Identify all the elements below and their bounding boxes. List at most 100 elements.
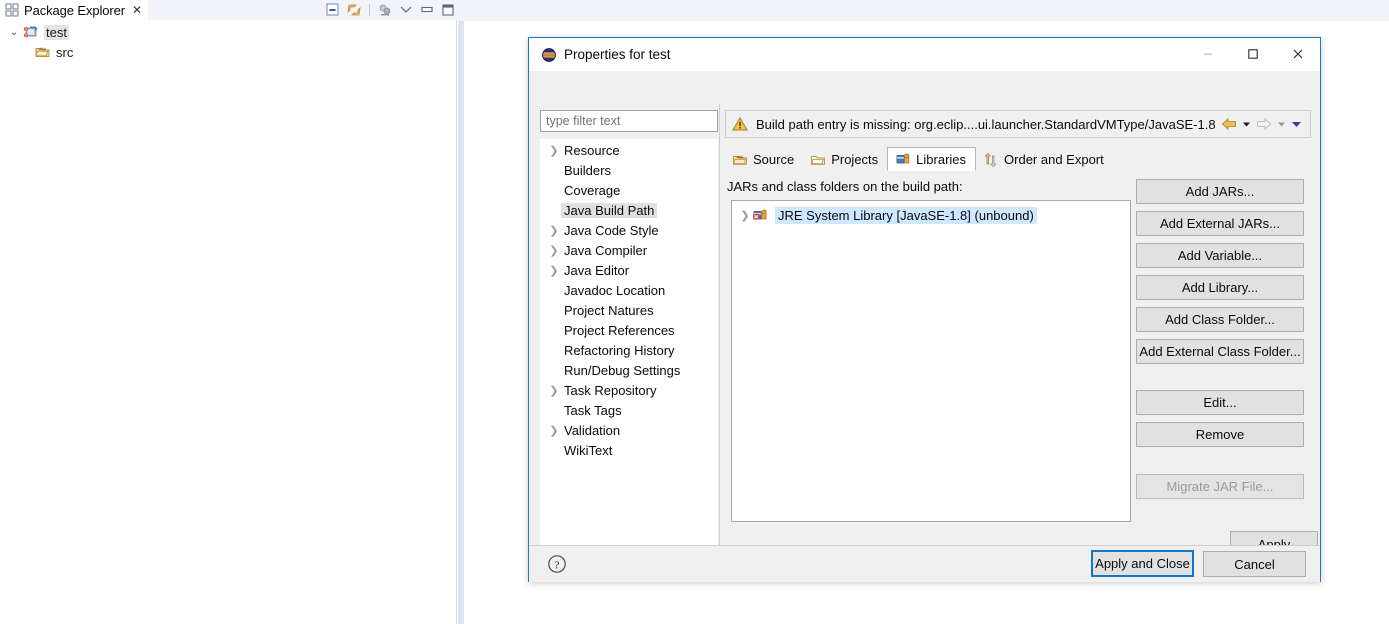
search-input[interactable]: [540, 110, 718, 132]
settings-nav-tree: ❯ Resource Builders Coverage Java Build …: [540, 139, 718, 564]
properties-dialog: Properties for test ❯ Resou: [528, 37, 1321, 582]
sidebar-item-task-tags[interactable]: Task Tags: [541, 400, 717, 420]
editor-tab-bar: [458, 0, 1389, 21]
sidebar-item-label: WikiText: [564, 442, 613, 458]
restore-icon[interactable]: [419, 2, 435, 18]
add-variable-button[interactable]: Add Variable...: [1136, 243, 1304, 268]
edit-button[interactable]: Edit...: [1136, 390, 1304, 415]
sidebar-item-label: Refactoring History: [564, 342, 675, 358]
sidebar-item-task-repository[interactable]: ❯ Task Repository: [541, 380, 717, 400]
sidebar-item-label: Project References: [564, 322, 675, 338]
tab-label: Order and Export: [1004, 152, 1104, 167]
back-arrow-icon[interactable]: [1220, 116, 1238, 132]
eclipse-workbench: Package Explorer ✕ ⌄ test src Properties…: [0, 0, 1389, 624]
sidebar-item-refactoring-history[interactable]: Refactoring History: [541, 340, 717, 360]
sidebar-item-wikitext[interactable]: WikiText: [541, 440, 717, 460]
chevron-right-icon[interactable]: ❯: [738, 209, 752, 222]
sidebar-item-builders[interactable]: Builders: [541, 160, 717, 180]
collapse-all-icon[interactable]: [325, 2, 341, 18]
sidebar-item-label: Resource: [564, 142, 620, 158]
tab-package-explorer[interactable]: Package Explorer ✕: [0, 0, 149, 20]
tree-item-src[interactable]: src: [0, 42, 456, 62]
tab-order-and-export[interactable]: Order and Export: [976, 148, 1113, 171]
sidebar-item-label: Java Editor: [564, 262, 630, 278]
sidebar-item-coverage[interactable]: Coverage: [541, 180, 717, 200]
dialog-footer: ? Apply and Close Cancel: [529, 545, 1320, 582]
tab-projects[interactable]: Projects: [803, 148, 888, 171]
remove-button[interactable]: Remove: [1136, 422, 1304, 447]
source-folder-icon: [732, 152, 748, 168]
add-external-jars-button[interactable]: Add External JARs...: [1136, 211, 1304, 236]
sidebar-item-java-code-style[interactable]: ❯ Java Code Style: [541, 220, 717, 240]
chevron-right-icon[interactable]: ❯: [547, 224, 561, 237]
tree-item-label: src: [56, 44, 74, 60]
sidebar-item-project-references[interactable]: Project References: [541, 320, 717, 340]
back-dropdown-icon[interactable]: [1241, 116, 1252, 132]
jre-library-error-icon: [752, 207, 770, 223]
sidebar-item-project-natures[interactable]: Project Natures: [541, 300, 717, 320]
message-text: Build path entry is missing: org.eclip..…: [756, 116, 1216, 132]
list-item[interactable]: ❯ JRE System Library [JavaSE-1.8] (unbou…: [732, 205, 1130, 225]
svg-text:?: ?: [555, 559, 560, 571]
sidebar-item-label: Java Code Style: [564, 222, 659, 238]
settings-pane: Build path entry is missing: org.eclip..…: [725, 110, 1318, 565]
libraries-books-icon: [895, 151, 911, 167]
add-jars-button[interactable]: Add JARs...: [1136, 179, 1304, 204]
close-icon[interactable]: ✕: [132, 4, 142, 16]
source-folder-icon: [34, 44, 52, 60]
tab-libraries[interactable]: Libraries: [887, 147, 977, 171]
list-item-label: JRE System Library [JavaSE-1.8] (unbound…: [775, 206, 1037, 224]
sidebar-item-java-build-path[interactable]: Java Build Path: [541, 200, 717, 220]
chevron-right-icon[interactable]: ❯: [547, 244, 561, 257]
package-explorer-tab-label: Package Explorer: [24, 2, 126, 18]
sidebar-item-validation[interactable]: ❯ Validation: [541, 420, 717, 440]
libraries-list-label: JARs and class folders on the build path…: [727, 179, 963, 194]
chevron-right-icon[interactable]: ❯: [547, 384, 561, 397]
dialog-body: ❯ Resource Builders Coverage Java Build …: [529, 71, 1320, 578]
apply-and-close-button[interactable]: Apply and Close: [1091, 550, 1194, 577]
add-library-button[interactable]: Add Library...: [1136, 275, 1304, 300]
chevron-right-icon[interactable]: ❯: [547, 144, 561, 157]
cancel-button[interactable]: Cancel: [1203, 551, 1306, 577]
sidebar-item-label: Builders: [564, 162, 611, 178]
view-menu-icon[interactable]: [377, 2, 393, 18]
chevron-down-icon[interactable]: ⌄: [6, 27, 22, 38]
sidebar-item-resource[interactable]: ❯ Resource: [541, 140, 717, 160]
sidebar-item-label: Task Tags: [564, 402, 622, 418]
order-export-icon: [983, 152, 999, 168]
message-bar: Build path entry is missing: org.eclip..…: [725, 110, 1311, 138]
minimize-icon[interactable]: [398, 2, 414, 18]
sidebar-item-javadoc-location[interactable]: Javadoc Location: [541, 280, 717, 300]
maximize-icon[interactable]: [440, 2, 456, 18]
vertical-divider: [719, 104, 720, 578]
minimize-button[interactable]: [1185, 38, 1230, 70]
navigation-arrows: [1220, 116, 1310, 132]
package-explorer-toolbar: [325, 0, 456, 20]
tab-label: Projects: [831, 152, 879, 167]
close-button[interactable]: [1275, 38, 1320, 70]
tree-item-test[interactable]: ⌄ test: [0, 22, 456, 42]
window-controls: [1185, 38, 1320, 70]
history-dropdown-icon[interactable]: [1290, 116, 1303, 132]
sidebar-item-label: Task Repository: [564, 382, 657, 398]
dialog-title-bar[interactable]: Properties for test: [529, 38, 1320, 71]
sidebar-item-label: Javadoc Location: [564, 282, 666, 298]
sidebar-item-label: Coverage: [564, 182, 621, 198]
migrate-jar-file-button: Migrate JAR File...: [1136, 474, 1304, 499]
chevron-right-icon[interactable]: ❯: [547, 424, 561, 437]
filter-field-wrapper: [540, 110, 718, 132]
sidebar-item-label: Project Natures: [564, 302, 654, 318]
chevron-right-icon[interactable]: ❯: [547, 264, 561, 277]
sidebar-item-java-compiler[interactable]: ❯ Java Compiler: [541, 240, 717, 260]
help-question-icon[interactable]: ?: [547, 554, 567, 574]
sidebar-item-run-debug-settings[interactable]: Run/Debug Settings: [541, 360, 717, 380]
add-class-folder-button[interactable]: Add Class Folder...: [1136, 307, 1304, 332]
sidebar-item-label: Validation: [564, 422, 621, 438]
add-external-class-folder-button[interactable]: Add External Class Folder...: [1136, 339, 1304, 364]
tab-source[interactable]: Source: [725, 148, 804, 171]
sidebar-item-java-editor[interactable]: ❯ Java Editor: [541, 260, 717, 280]
dialog-title-label: Properties for test: [564, 47, 671, 62]
link-with-editor-icon[interactable]: [346, 2, 362, 18]
maximize-button[interactable]: [1230, 38, 1275, 70]
editor-left-edge: [458, 21, 464, 624]
